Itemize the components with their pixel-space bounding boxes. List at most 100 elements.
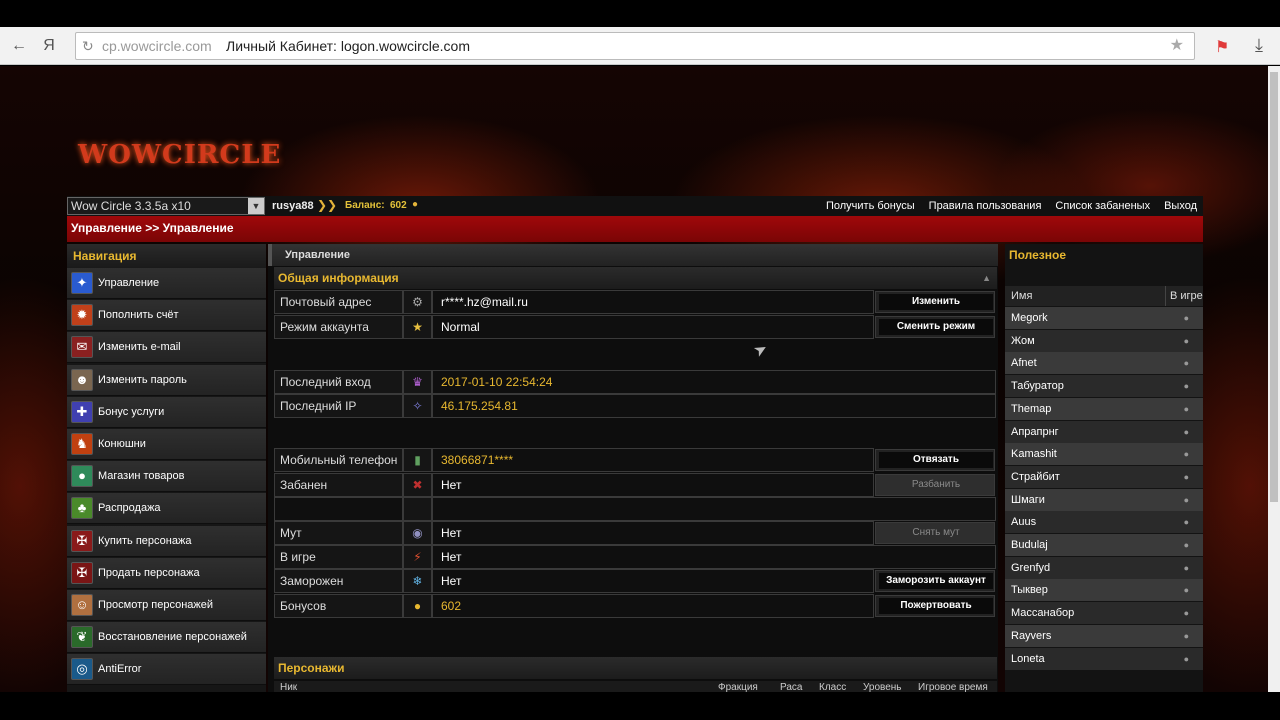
- page-scrollbar-thumb[interactable]: [1270, 72, 1278, 502]
- banned-value: Нет: [432, 473, 874, 497]
- mouse-cursor-icon: ➤: [750, 339, 772, 362]
- col-faction[interactable]: Фракция: [718, 682, 758, 692]
- link-banned-list[interactable]: Список забаненых: [1055, 200, 1150, 212]
- navigation-title: Навигация: [67, 244, 266, 268]
- characters-header[interactable]: Персонажи: [274, 657, 997, 679]
- nav-item-icon: ◎: [71, 658, 93, 681]
- unlink-phone-button[interactable]: Отвязать: [879, 452, 993, 468]
- online-player-row[interactable]: Жом ●: [1005, 329, 1203, 352]
- coin-icon: ●: [412, 199, 419, 210]
- online-player-name: Rayvers: [1011, 629, 1052, 642]
- col-race[interactable]: Раса: [780, 682, 802, 692]
- online-player-name: Loneta: [1011, 652, 1045, 665]
- logo-text: WOWCIRCLE: [78, 140, 282, 170]
- nav-item[interactable]: ☻ Изменить пароль: [67, 364, 266, 396]
- nav-item-label: Конюшни: [98, 437, 146, 450]
- nav-item[interactable]: ● Магазин товаров: [67, 461, 266, 493]
- unlink-phone-button-wrap: Отвязать: [875, 449, 995, 471]
- back-arrow-icon[interactable]: ←: [8, 35, 30, 57]
- nav-item[interactable]: ◎ AntiError: [67, 654, 266, 686]
- online-player-name: Budulaj: [1011, 539, 1048, 551]
- nav-item[interactable]: ❦ Восстановление персонажей: [67, 622, 266, 654]
- status-dot-icon: ●: [1183, 653, 1189, 664]
- chevron-down-icon[interactable]: ▼: [248, 198, 264, 214]
- nav-item[interactable]: ✦ Управление: [67, 268, 266, 299]
- online-player-name: Themap: [1011, 402, 1052, 415]
- link-get-bonuses[interactable]: Получить бонусы: [826, 200, 915, 212]
- last-ip-icon: ✧: [403, 394, 432, 418]
- online-player-row[interactable]: Rayvers ●: [1005, 624, 1203, 647]
- nav-item-icon: ☻: [71, 368, 93, 391]
- online-player-row[interactable]: Апрапрнг ●: [1005, 420, 1203, 443]
- online-player-row[interactable]: Auus ●: [1005, 511, 1203, 534]
- freeze-account-button[interactable]: Заморозить аккаунт: [879, 573, 993, 589]
- nav-item-label: AntiError: [98, 663, 142, 676]
- donate-button[interactable]: Пожертвовать: [879, 598, 993, 614]
- online-player-row[interactable]: Табуратор ●: [1005, 375, 1203, 398]
- bookmark-star-icon[interactable]: ★: [1170, 33, 1184, 59]
- realm-select[interactable]: Wow Circle 3.3.5a x10 ▼: [67, 197, 265, 215]
- nav-item[interactable]: ☺ Просмотр персонажей: [67, 589, 266, 621]
- in-game-icon: ⚡: [403, 545, 432, 569]
- online-player-row[interactable]: Grenfyd ●: [1005, 556, 1203, 579]
- reload-icon[interactable]: ↻: [82, 33, 94, 59]
- change-mode-button-wrap: Сменить режим: [875, 316, 995, 338]
- nav-item[interactable]: ♣ Распродажа: [67, 493, 266, 525]
- link-logout[interactable]: Выход: [1164, 200, 1197, 212]
- nav-item-icon: ❦: [71, 626, 93, 649]
- col-level[interactable]: Уровень: [863, 682, 902, 692]
- balance-value: 602: [390, 200, 407, 211]
- nav-item[interactable]: ✉ Изменить e-mail: [67, 332, 266, 364]
- nav-item[interactable]: ✠ Купить персонажа: [67, 525, 266, 557]
- nav-item[interactable]: ✠ Продать персонажа: [67, 557, 266, 589]
- rank-chevron-icon: ❯❯: [317, 198, 338, 212]
- col-class[interactable]: Класс: [819, 682, 846, 692]
- online-player-row[interactable]: Массанабор ●: [1005, 602, 1203, 625]
- status-dot-icon: ●: [1183, 585, 1189, 596]
- download-icon[interactable]: ⤓: [1255, 35, 1263, 56]
- online-player-row[interactable]: Шмаги ●: [1005, 488, 1203, 511]
- page-scrollbar[interactable]: [1268, 66, 1280, 692]
- col-nick[interactable]: Ник: [280, 682, 297, 692]
- online-player-name: Auus: [1011, 516, 1037, 529]
- general-info-header[interactable]: Общая информация ▲: [274, 267, 997, 289]
- address-bar[interactable]: ↻ cp.wowcircle.com Личный Кабинет: logon…: [75, 32, 1195, 60]
- online-player-row[interactable]: Тыквер ●: [1005, 579, 1203, 602]
- online-player-row[interactable]: Themap ●: [1005, 397, 1203, 420]
- bookmarks-icon[interactable]: ⚑: [1215, 37, 1229, 57]
- nav-item[interactable]: ✹ Пополнить счёт: [67, 300, 266, 332]
- online-player-row[interactable]: Afnet ●: [1005, 352, 1203, 375]
- nav-item-icon: ♞: [71, 432, 93, 455]
- nav-item[interactable]: ♞ Конюшни: [67, 428, 266, 460]
- online-player-row[interactable]: Loneta ●: [1005, 647, 1203, 670]
- site-logo[interactable]: WOWCIRCLE: [78, 116, 280, 186]
- nav-item-label: Изменить e-mail: [98, 341, 181, 354]
- nav-item-icon: ●: [71, 465, 93, 488]
- nav-item-icon: ✠: [71, 529, 93, 552]
- nav-item[interactable]: ✚ Бонус услуги: [67, 396, 266, 428]
- nav-item-label: Управление: [98, 277, 160, 289]
- nav-item-label: Изменить пароль: [98, 373, 187, 386]
- browser-toolbar: ← Я ↻ cp.wowcircle.com Личный Кабинет: l…: [0, 27, 1280, 65]
- online-player-row[interactable]: Budulaj ●: [1005, 534, 1203, 556]
- online-player-name: Afnet: [1011, 357, 1037, 370]
- online-player-row[interactable]: Kamashit ●: [1005, 443, 1203, 466]
- useful-panel: Полезное Имя В игре Megork ● Жом ● Afnet ● Таб…: [1005, 244, 1203, 692]
- status-dot-icon: ●: [1183, 358, 1189, 369]
- status-dot-icon: ●: [1183, 313, 1189, 323]
- yandex-icon[interactable]: Я: [38, 35, 60, 57]
- unban-button-wrap: Разбанить: [875, 474, 995, 496]
- online-player-row[interactable]: Megork ●: [1005, 307, 1203, 329]
- frozen-label: Заморожен: [274, 569, 403, 593]
- useful-title: Полезное: [1009, 248, 1067, 262]
- change-mode-button[interactable]: Сменить режим: [879, 319, 993, 335]
- collapse-icon[interactable]: ▲: [982, 267, 991, 289]
- online-player-name: Grenfyd: [1011, 561, 1051, 574]
- status-dot-icon: ●: [1183, 471, 1189, 482]
- online-player-row[interactable]: Страйбит ●: [1005, 465, 1203, 488]
- banned-label: Забанен: [274, 473, 403, 497]
- col-play-time[interactable]: Игровое время: [918, 682, 988, 692]
- user-bar: Wow Circle 3.3.5a x10 ▼ rusya88 ❯❯ Балан…: [67, 196, 1203, 216]
- link-rules[interactable]: Правила пользования: [929, 200, 1042, 212]
- change-email-button[interactable]: Изменить: [879, 294, 993, 310]
